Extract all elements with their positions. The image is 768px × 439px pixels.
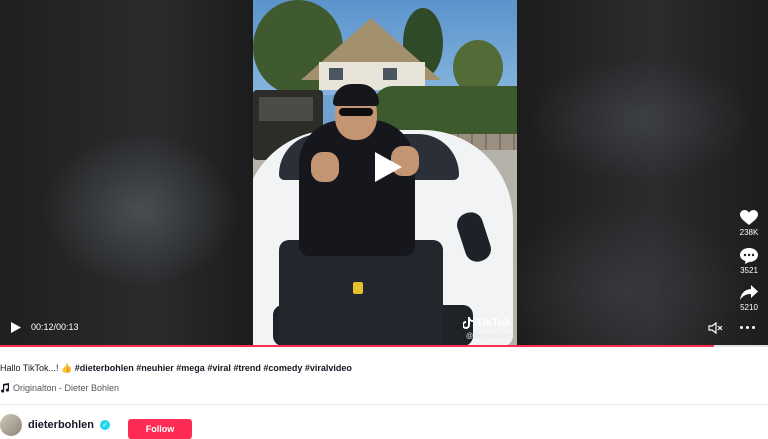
share-count: 5210	[740, 303, 758, 312]
watermark-handle: @dieterbohlen	[466, 333, 512, 340]
progress-bar[interactable]	[0, 345, 768, 347]
hashtag-link[interactable]: #neuhier	[134, 363, 174, 373]
hashtag-link[interactable]: #comedy	[261, 363, 302, 373]
playback-time: 00:12/00:13	[31, 322, 79, 332]
music-label[interactable]: Originalton - Dieter Bohlen	[13, 383, 119, 393]
hashtag-link[interactable]: #dieterbohlen	[75, 363, 134, 373]
music-note-icon	[1, 383, 9, 393]
heart-icon[interactable]	[740, 210, 758, 226]
share-icon[interactable]	[740, 285, 758, 301]
more-options-icon[interactable]	[740, 326, 755, 329]
progress-fill	[0, 345, 715, 347]
hashtag-link[interactable]: #viralvideo	[302, 363, 352, 373]
volume-icon[interactable]	[708, 322, 724, 334]
follow-button[interactable]: Follow	[128, 419, 192, 439]
play-icon[interactable]	[372, 150, 404, 184]
like-action[interactable]: 238K	[733, 210, 765, 237]
author-row: dieterbohlen ✓	[0, 414, 111, 436]
hashtag-link[interactable]: #mega	[174, 363, 205, 373]
comment-icon[interactable]	[740, 248, 758, 264]
author-username[interactable]: dieterbohlen	[28, 419, 94, 431]
comment-count: 3521	[740, 266, 758, 275]
divider	[0, 404, 768, 405]
video-caption: Hallo TikTok...! 👍 #dieterbohlen #neuhie…	[0, 363, 352, 374]
hashtag-link[interactable]: #trend	[231, 363, 261, 373]
music-info[interactable]: Originalton - Dieter Bohlen	[0, 383, 119, 393]
like-count: 238K	[739, 228, 759, 237]
tiktok-watermark: TikTok	[463, 317, 510, 329]
verified-badge-icon: ✓	[100, 420, 111, 430]
caption-text: Hallo TikTok...! 👍	[0, 363, 73, 373]
hashtag-link[interactable]: #viral	[205, 363, 231, 373]
avatar[interactable]	[0, 414, 22, 436]
hashtag-list: #dieterbohlen #neuhier #mega #viral #tre…	[75, 363, 352, 373]
watermark-label: TikTok	[476, 317, 511, 329]
video-player[interactable]: TikTok @dieterbohlen 00:12/00:13 238K 35…	[0, 0, 768, 346]
share-action[interactable]: 5210	[733, 285, 765, 312]
comment-action[interactable]: 3521	[733, 248, 765, 275]
tiktok-logo-icon	[463, 317, 473, 329]
play-pause-icon[interactable]	[10, 321, 22, 334]
